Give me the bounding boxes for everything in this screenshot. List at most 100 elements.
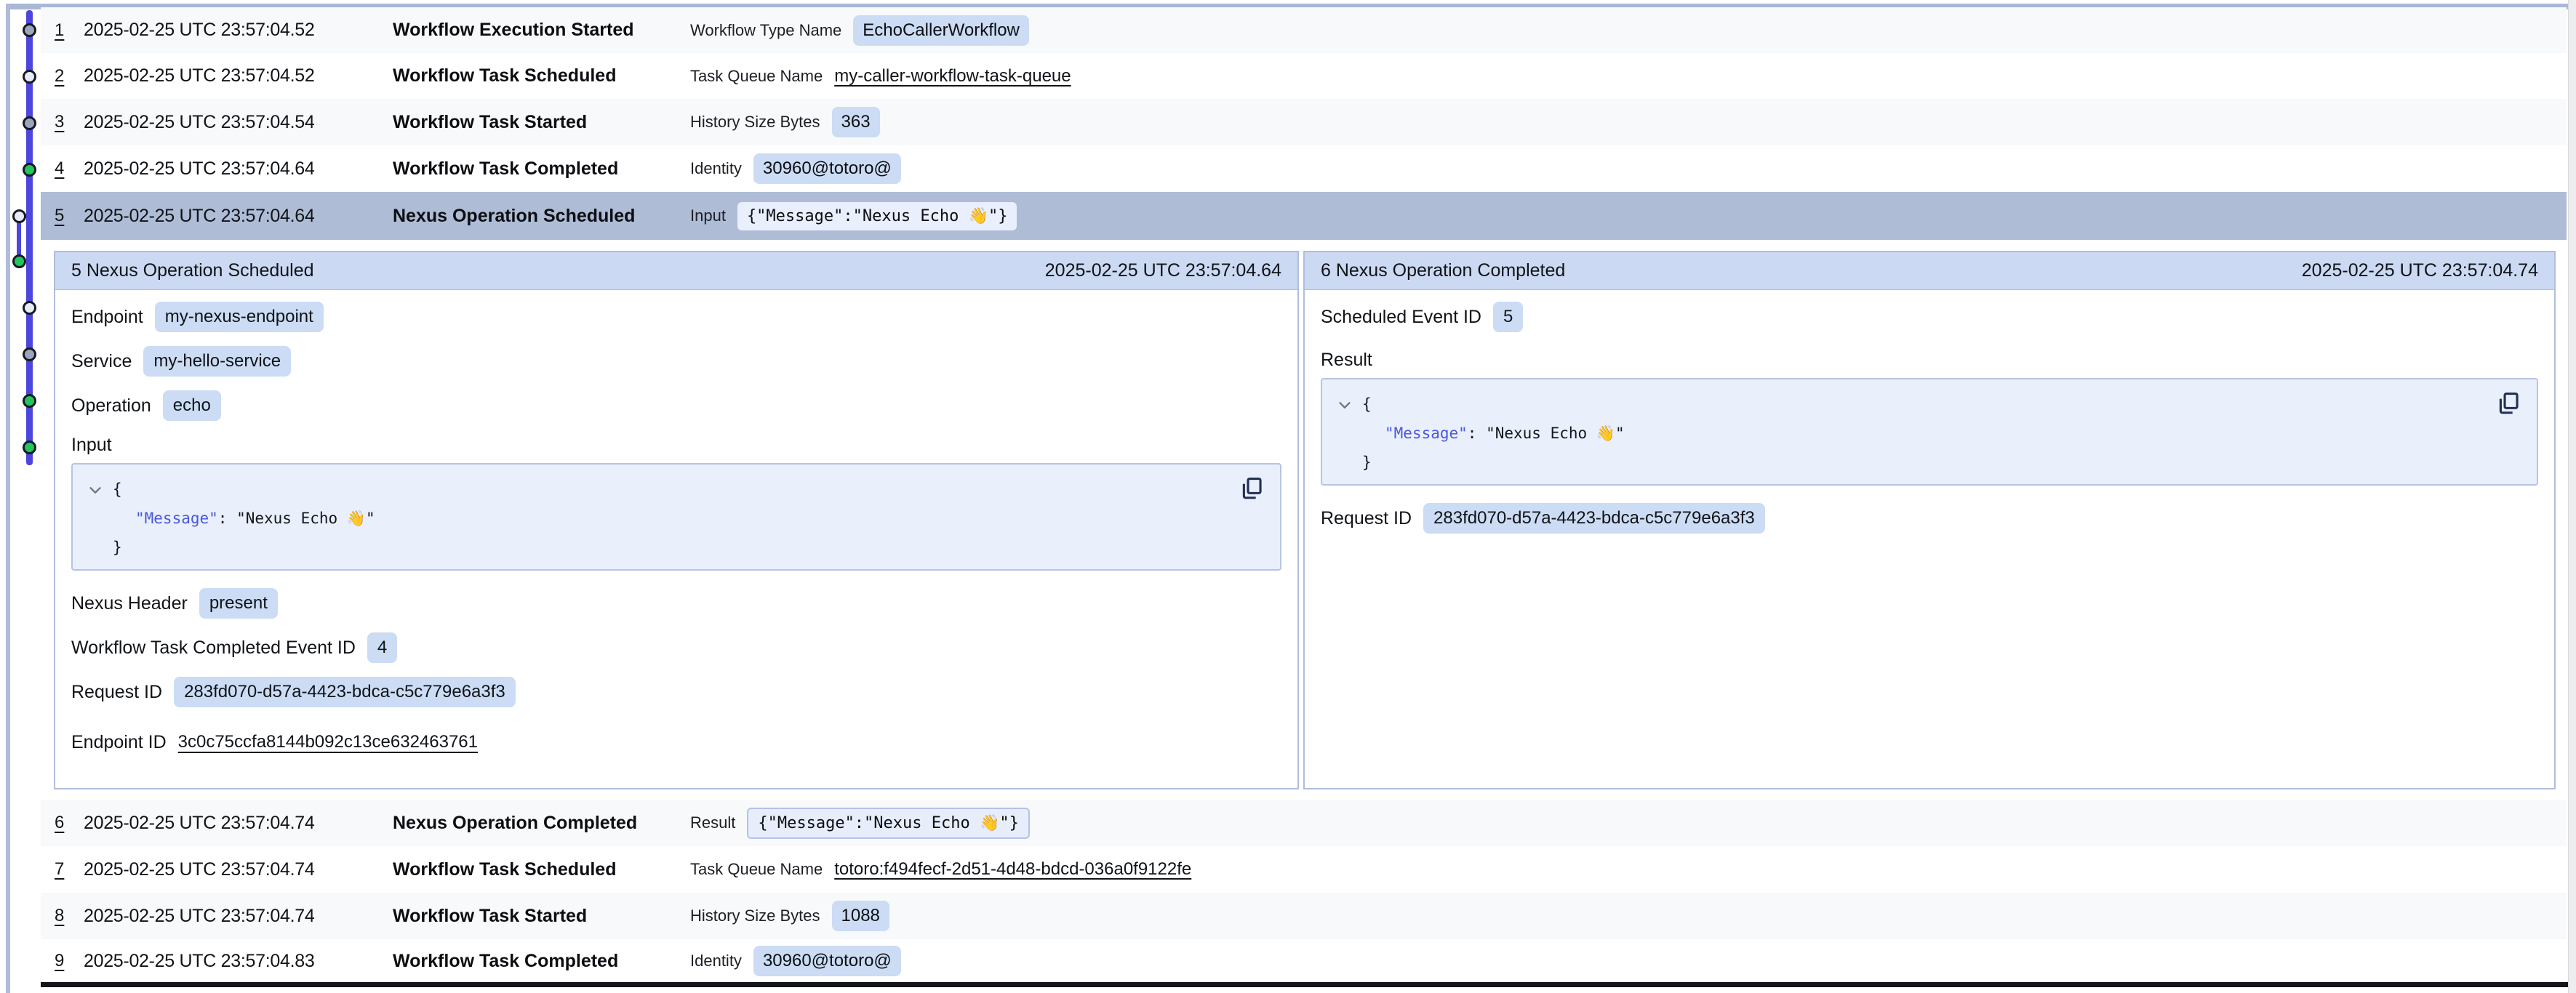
event-name: Workflow Task Completed [393,951,690,972]
event-timestamp: 2025-02-25 UTC 23:57:04.52 [84,20,393,41]
event-attr-value-badge: EchoCallerWorkflow [853,15,1029,46]
event-number-link[interactable]: 9 [55,951,84,971]
field-request-id: Request ID 283fd070-d57a-4423-bdca-c5c77… [1321,503,2538,534]
panel-header: 5 Nexus Operation Scheduled 2025-02-25 U… [55,252,1297,290]
panel-timestamp: 2025-02-25 UTC 23:57:04.74 [2302,260,2538,281]
field-label: Endpoint ID [71,732,167,753]
field-label: Scheduled Event ID [1321,307,1481,328]
field-value-badge: 283fd070-d57a-4423-bdca-c5c779e6a3f3 [1423,503,1765,534]
event-timestamp: 2025-02-25 UTC 23:57:04.74 [84,859,393,880]
field-endpoint-id: Endpoint ID 3c0c75ccfa8144b092c13ce63246… [71,728,1281,757]
event-row-1[interactable]: 1 2025-02-25 UTC 23:57:04.52 Workflow Ex… [41,7,2567,53]
collapse-chevron-icon[interactable] [1337,397,1353,413]
copy-icon[interactable] [1239,475,1264,502]
json-key: "Message" [1385,425,1468,442]
event-attr-value-badge: 363 [832,107,880,137]
field-value-badge: 4 [367,632,397,663]
field-label: Request ID [1321,508,1412,529]
field-scheduled-event-id: Scheduled Event ID 5 [1321,302,2538,332]
field-value-badge: my-nexus-endpoint [155,302,324,332]
task-queue-link[interactable]: my-caller-workflow-task-queue [834,66,1071,87]
panel-body: Scheduled Event ID 5 Result { "Message":… [1305,290,2554,534]
event-name: Workflow Task Started [393,906,690,927]
json-colon: : [1468,425,1486,442]
field-endpoint: Endpoint my-nexus-endpoint [71,302,1281,332]
json-value: "Nexus Echo 👋" [236,510,375,527]
event-attr-label: Result [690,813,735,832]
timeline-dot-event-10[interactable] [23,441,36,454]
json-open-brace: { [73,475,1280,504]
event-timestamp: 2025-02-25 UTC 23:57:04.64 [84,158,393,180]
event-number-link[interactable]: 8 [55,906,84,926]
detail-panel-nexus-operation-completed: 6 Nexus Operation Completed 2025-02-25 U… [1303,251,2556,789]
json-open-brace: { [1322,390,2537,419]
field-label: Request ID [71,682,162,703]
container-left-border [6,4,10,993]
json-message-line: "Message": "Nexus Echo 👋" [1322,419,2537,448]
scrollbar-track[interactable] [2568,0,2576,993]
field-workflow-task-completed-event-id: Workflow Task Completed Event ID 4 [71,632,1281,663]
task-queue-link[interactable]: totoro:f494fecf-2d51-4d48-bdcd-036a0f912… [834,859,1191,880]
panel-body: Endpoint my-nexus-endpoint Service my-he… [55,290,1297,757]
timeline-dot-event-9[interactable] [23,394,36,408]
endpoint-id-link[interactable]: 3c0c75ccfa8144b092c13ce632463761 [178,732,478,752]
json-colon: : [218,510,236,527]
event-row-8[interactable]: 8 2025-02-25 UTC 23:57:04.74 Workflow Ta… [41,893,2567,939]
copy-icon[interactable] [2496,390,2521,417]
event-row-4[interactable]: 4 2025-02-25 UTC 23:57:04.64 Workflow Ta… [41,145,2567,192]
event-number-link[interactable]: 7 [55,859,84,880]
json-close-brace: } [73,533,1280,562]
field-label: Endpoint [71,307,143,328]
event-row-5-selected[interactable]: 5 2025-02-25 UTC 23:57:04.64 Nexus Opera… [41,192,2567,240]
json-value: "Nexus Echo 👋" [1486,425,1625,442]
event-number-link[interactable]: 4 [55,158,84,179]
timeline-dot-event-1[interactable] [23,23,36,37]
event-row-7[interactable]: 7 2025-02-25 UTC 23:57:04.74 Workflow Ta… [41,846,2567,893]
detail-panel-nexus-operation-scheduled: 5 Nexus Operation Scheduled 2025-02-25 U… [54,251,1299,789]
timeline-dot-event-8[interactable] [23,347,36,361]
event-name: Workflow Task Completed [393,158,690,180]
timeline-dot-event-4[interactable] [23,163,36,177]
json-close-brace: } [1322,448,2537,477]
event-number-link[interactable]: 2 [55,66,84,87]
event-attr-label: Workflow Type Name [690,21,841,40]
event-name: Workflow Task Scheduled [393,65,690,87]
event-attr-label: History Size Bytes [690,906,820,925]
event-timestamp: 2025-02-25 UTC 23:57:04.74 [84,813,393,834]
event-number-link[interactable]: 1 [55,20,84,41]
field-label: Nexus Header [71,593,188,614]
event-timestamp: 2025-02-25 UTC 23:57:04.83 [84,951,393,972]
field-value-badge: echo [163,390,221,421]
panel-header: 6 Nexus Operation Completed 2025-02-25 U… [1305,252,2554,290]
event-attr-label: Input [690,206,726,225]
event-name: Nexus Operation Scheduled [393,206,690,227]
input-section-label: Input [71,435,1281,456]
event-number-link[interactable]: 5 [55,206,84,226]
field-value-badge: 283fd070-d57a-4423-bdca-c5c779e6a3f3 [174,677,516,707]
field-operation: Operation echo [71,390,1281,421]
timeline-dot-event-5[interactable] [12,209,26,223]
timeline-dot-event-2[interactable] [23,70,36,84]
event-attr-label: Identity [690,159,742,178]
timeline-dot-event-6[interactable] [12,254,26,268]
json-key: "Message" [135,510,218,527]
event-row-6[interactable]: 6 2025-02-25 UTC 23:57:04.74 Nexus Opera… [41,800,2567,846]
event-number-link[interactable]: 3 [55,112,84,132]
event-result-json-badge: {"Message":"Nexus Echo 👋"} [747,808,1030,839]
field-value-badge: present [199,588,278,619]
field-label: Operation [71,395,151,417]
field-label: Service [71,351,132,372]
collapse-chevron-icon[interactable] [87,482,103,498]
event-attr-label: Task Queue Name [690,67,823,86]
event-input-json-badge: {"Message":"Nexus Echo 👋"} [737,202,1017,230]
event-timestamp: 2025-02-25 UTC 23:57:04.64 [84,206,393,227]
event-row-3[interactable]: 3 2025-02-25 UTC 23:57:04.54 Workflow Ta… [41,99,2567,145]
timeline-dot-event-3[interactable] [23,116,36,130]
event-timestamp: 2025-02-25 UTC 23:57:04.52 [84,65,393,87]
event-row-9[interactable]: 9 2025-02-25 UTC 23:57:04.83 Workflow Ta… [41,939,2567,983]
event-row-2[interactable]: 2 2025-02-25 UTC 23:57:04.52 Workflow Ta… [41,53,2567,99]
panel-timestamp: 2025-02-25 UTC 23:57:04.64 [1045,260,1281,281]
event-number-link[interactable]: 6 [55,813,84,833]
field-request-id: Request ID 283fd070-d57a-4423-bdca-c5c77… [71,677,1281,707]
timeline-dot-event-7[interactable] [23,301,36,315]
